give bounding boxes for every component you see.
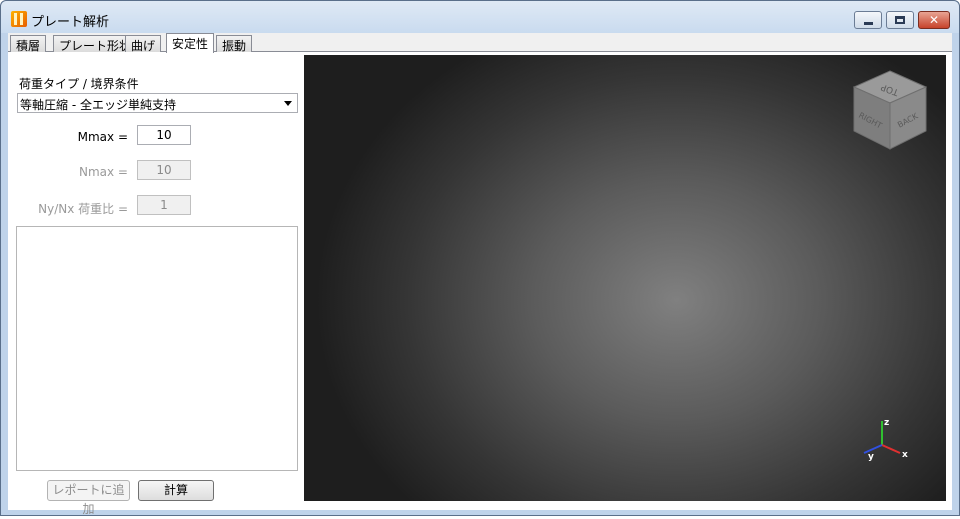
load-ratio-input[interactable] xyxy=(137,195,191,215)
title-bar[interactable]: プレート解析 ✕ xyxy=(1,1,959,33)
main-window: プレート解析 ✕ 積層 プレート形状 曲げ 安定性 振動 荷重タイプ / 境界条… xyxy=(0,0,960,516)
maximize-button[interactable] xyxy=(886,11,914,29)
add-to-report-button[interactable]: レポートに追加 xyxy=(47,480,130,516)
tab-stability[interactable]: 安定性 xyxy=(166,33,215,53)
mmax-input[interactable] xyxy=(137,125,191,145)
close-button[interactable]: ✕ xyxy=(918,11,950,29)
nmax-label: Nmax = xyxy=(79,165,128,179)
tab-strip: 積層 プレート形状 曲げ 安定性 振動 xyxy=(8,33,952,53)
close-icon: ✕ xyxy=(928,13,940,27)
client-area: 積層 プレート形状 曲げ 安定性 振動 荷重タイプ / 境界条件 等軸圧縮 - … xyxy=(8,33,952,516)
minimize-icon xyxy=(863,21,873,25)
results-area[interactable] xyxy=(16,226,298,471)
nmax-input[interactable] xyxy=(137,160,191,180)
y-axis-label: y xyxy=(868,452,874,462)
minimize-button[interactable] xyxy=(854,11,882,29)
calculate-button[interactable]: 計算 xyxy=(138,480,214,501)
mmax-label: Mmax = xyxy=(77,130,128,144)
x-axis-line xyxy=(881,444,901,454)
load-type-value: 等軸圧縮 - 全エッジ単純支持 xyxy=(20,98,176,112)
chevron-down-icon xyxy=(284,101,292,106)
z-axis-label: z xyxy=(884,418,889,428)
tab-vibration[interactable]: 振動 xyxy=(216,35,253,53)
axis-triad: z x y xyxy=(863,418,908,462)
x-axis-label: x xyxy=(902,450,908,460)
window-title: プレート解析 xyxy=(31,15,110,30)
ratio-label: Ny/Nx 荷重比 = xyxy=(38,202,128,216)
tab-bending[interactable]: 曲げ xyxy=(125,35,162,53)
view-cube[interactable]: TOP RIGHT BACK xyxy=(850,67,930,155)
app-icon xyxy=(11,11,27,27)
stability-panel: 荷重タイプ / 境界条件 等軸圧縮 - 全エッジ単純支持 Mmax = Nmax… xyxy=(8,53,952,516)
load-type-label: 荷重タイプ / 境界条件 xyxy=(19,77,139,91)
tab-laminate[interactable]: 積層 xyxy=(10,35,47,53)
3d-viewport[interactable]: TOP RIGHT BACK z x y xyxy=(304,55,946,501)
load-type-combo[interactable]: 等軸圧縮 - 全エッジ単純支持 xyxy=(17,93,298,113)
maximize-icon xyxy=(895,16,905,24)
